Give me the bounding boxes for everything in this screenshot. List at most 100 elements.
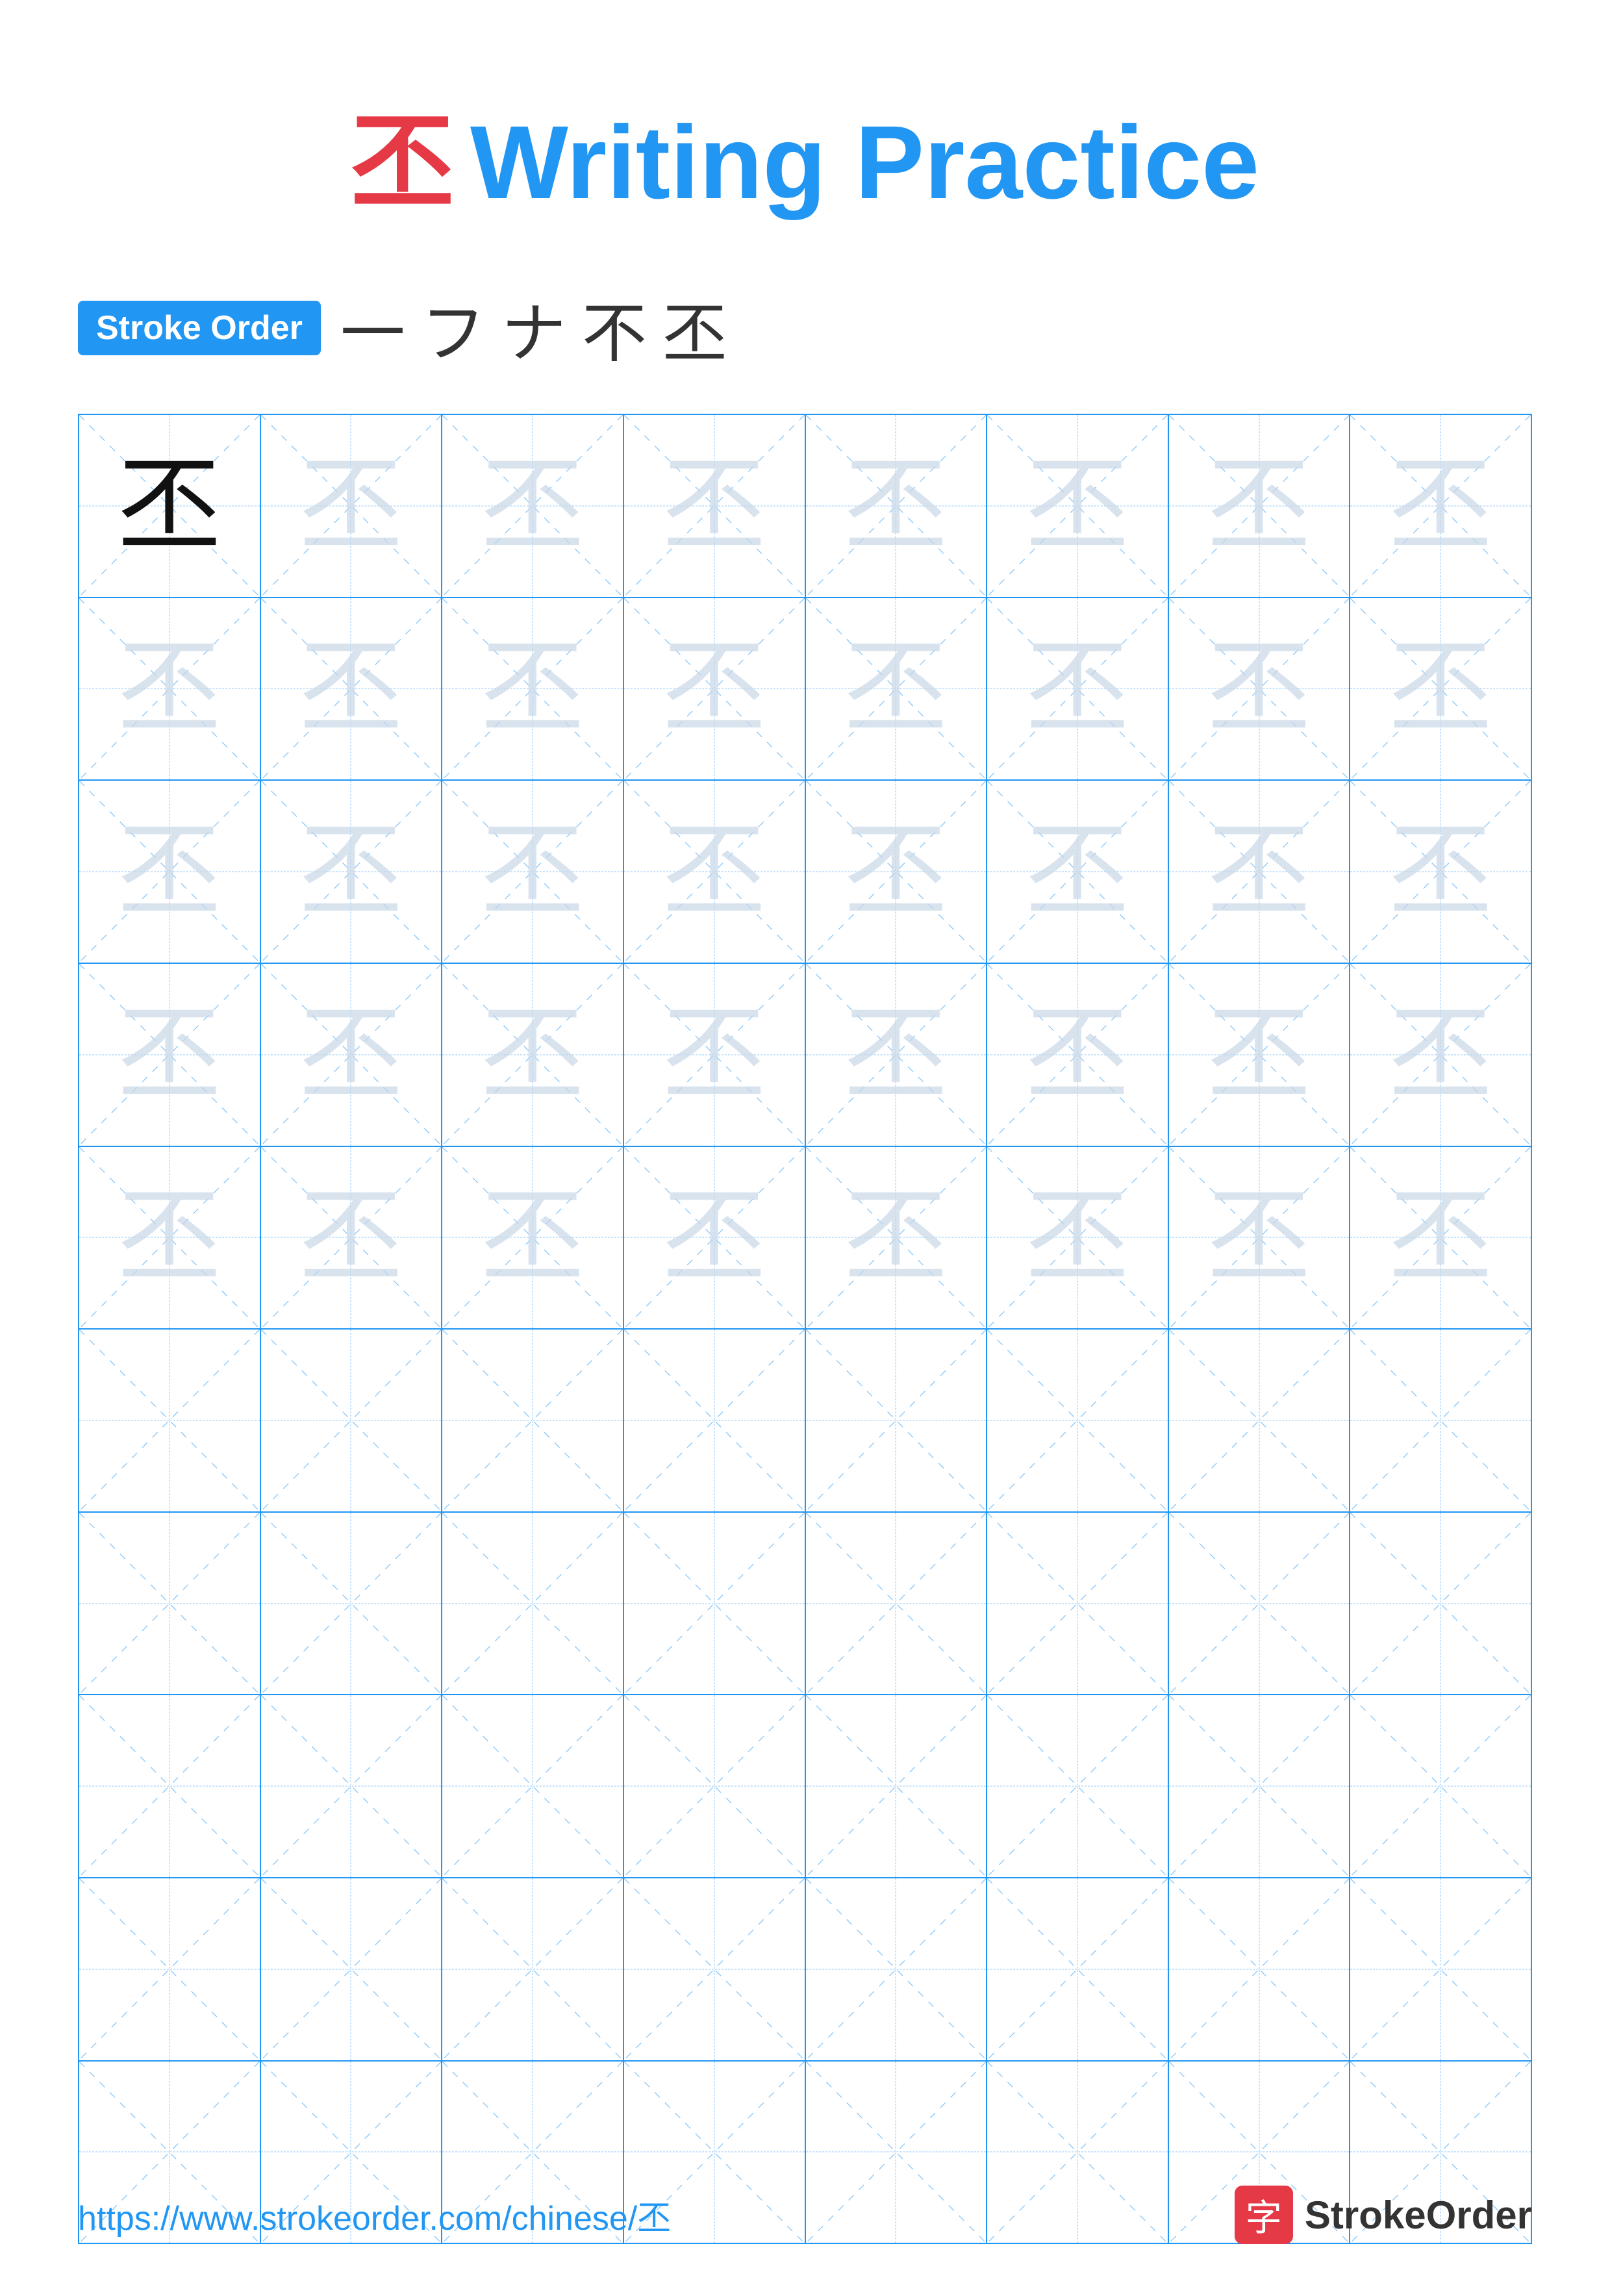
- grid-cell[interactable]: 丕: [442, 1147, 624, 1329]
- grid-cell[interactable]: [261, 1878, 443, 2060]
- grid-cell[interactable]: 丕: [79, 964, 261, 1146]
- grid-cell[interactable]: 丕: [79, 781, 261, 963]
- grid-cell[interactable]: 丕: [624, 964, 806, 1146]
- grid-cell[interactable]: 丕: [806, 781, 988, 963]
- grid-cell[interactable]: 丕: [442, 598, 624, 780]
- footer-url[interactable]: https://www.strokeorder.com/chinese/丕: [78, 2191, 671, 2239]
- grid-row: 丕 丕 丕 丕 丕 丕 丕 丕: [79, 964, 1531, 1147]
- footer-logo: 字 StrokeOrder: [1235, 2186, 1532, 2244]
- grid-cell[interactable]: 丕: [806, 1147, 988, 1329]
- grid-cell[interactable]: 丕: [987, 415, 1169, 597]
- grid-row: 丕 丕 丕 丕 丕 丕 丕 丕: [79, 1147, 1531, 1330]
- grid-cell[interactable]: [79, 1878, 261, 2060]
- grid-row: 丕 丕 丕 丕 丕 丕 丕 丕: [79, 598, 1531, 781]
- grid-cell[interactable]: 丕: [442, 964, 624, 1146]
- practice-char-light: 丕: [1207, 820, 1311, 924]
- grid-cell[interactable]: 丕: [442, 415, 624, 597]
- stroke-4: 不: [582, 281, 647, 375]
- grid-cell[interactable]: [624, 1695, 806, 1877]
- grid-cell[interactable]: 丕: [624, 1147, 806, 1329]
- grid-cell[interactable]: 丕: [806, 964, 988, 1146]
- grid-cell[interactable]: [261, 1695, 443, 1877]
- grid-cell[interactable]: [624, 1513, 806, 1695]
- grid-cell[interactable]: [624, 1330, 806, 1511]
- grid-cell[interactable]: 丕: [1350, 964, 1531, 1146]
- grid-cell[interactable]: 丕: [1350, 781, 1531, 963]
- grid-cell[interactable]: [806, 1695, 988, 1877]
- grid-cell[interactable]: [806, 1878, 988, 2060]
- practice-char-light: 丕: [481, 1003, 585, 1107]
- grid-cell[interactable]: 丕: [806, 598, 988, 780]
- grid-cell[interactable]: 丕: [987, 964, 1169, 1146]
- practice-char-light: 丕: [1025, 637, 1129, 740]
- grid-cell[interactable]: 丕: [1350, 598, 1531, 780]
- grid-cell[interactable]: [1169, 1513, 1351, 1695]
- grid-cell[interactable]: 丕: [1169, 964, 1351, 1146]
- practice-char-light: 丕: [662, 1185, 766, 1289]
- grid-cell[interactable]: 丕: [1169, 781, 1351, 963]
- practice-char-light: 丕: [1025, 454, 1129, 558]
- grid-cell[interactable]: [1350, 1878, 1531, 2060]
- grid-cell[interactable]: 丕: [442, 781, 624, 963]
- title-area: 丕 Writing Practice: [78, 52, 1532, 229]
- stroke-order-badge: Stroke Order: [78, 301, 321, 355]
- grid-cell[interactable]: [806, 1513, 988, 1695]
- practice-char-light: 丕: [299, 1003, 403, 1107]
- grid-cell[interactable]: [1169, 1330, 1351, 1511]
- grid-cell[interactable]: 丕: [79, 598, 261, 780]
- grid-cell[interactable]: [987, 1513, 1169, 1695]
- grid-cell[interactable]: 丕: [624, 598, 806, 780]
- grid-cell[interactable]: 丕: [1350, 415, 1531, 597]
- grid-cell[interactable]: [1350, 1330, 1531, 1511]
- grid-cell[interactable]: 丕: [987, 598, 1169, 780]
- grid-cell[interactable]: 丕: [1350, 1147, 1531, 1329]
- practice-char-light: 丕: [118, 637, 221, 740]
- practice-grid: 丕 丕 丕 丕: [78, 414, 1532, 2244]
- grid-row: 丕 丕 丕 丕 丕 丕 丕 丕: [79, 781, 1531, 964]
- grid-cell[interactable]: [987, 1330, 1169, 1511]
- footer-logo-icon: 字: [1235, 2186, 1293, 2244]
- practice-char-light: 丕: [1389, 1003, 1492, 1107]
- grid-cell[interactable]: 丕: [261, 1147, 443, 1329]
- grid-cell[interactable]: [79, 1695, 261, 1877]
- grid-cell[interactable]: [987, 1695, 1169, 1877]
- grid-cell[interactable]: [261, 1330, 443, 1511]
- grid-cell[interactable]: [806, 1330, 988, 1511]
- grid-cell[interactable]: [79, 1330, 261, 1511]
- grid-cell[interactable]: [442, 1330, 624, 1511]
- practice-char-light: 丕: [1207, 454, 1311, 558]
- grid-cell[interactable]: [1169, 1878, 1351, 2060]
- footer-logo-text: StrokeOrder: [1305, 2193, 1532, 2238]
- practice-char-light: 丕: [1025, 1185, 1129, 1289]
- grid-cell[interactable]: 丕: [79, 1147, 261, 1329]
- grid-cell[interactable]: 丕: [261, 964, 443, 1146]
- grid-cell[interactable]: 丕: [261, 598, 443, 780]
- grid-cell[interactable]: [624, 1878, 806, 2060]
- grid-cell[interactable]: 丕: [79, 415, 261, 597]
- grid-cell[interactable]: 丕: [987, 1147, 1169, 1329]
- grid-cell[interactable]: [1350, 1695, 1531, 1877]
- grid-cell[interactable]: 丕: [1169, 598, 1351, 780]
- grid-cell[interactable]: 丕: [624, 781, 806, 963]
- grid-cell[interactable]: [1169, 1695, 1351, 1877]
- grid-cell[interactable]: 丕: [1169, 415, 1351, 597]
- grid-cell[interactable]: 丕: [261, 415, 443, 597]
- grid-cell[interactable]: 丕: [806, 415, 988, 597]
- grid-cell[interactable]: 丕: [1169, 1147, 1351, 1329]
- practice-char-light: 丕: [118, 1185, 221, 1289]
- grid-cell[interactable]: 丕: [624, 415, 806, 597]
- grid-cell[interactable]: [442, 1878, 624, 2060]
- practice-char-light: 丕: [299, 1185, 403, 1289]
- grid-cell[interactable]: [442, 1513, 624, 1695]
- grid-cell[interactable]: [79, 1513, 261, 1695]
- grid-cell[interactable]: [1350, 1513, 1531, 1695]
- grid-cell[interactable]: 丕: [261, 781, 443, 963]
- grid-cell[interactable]: [442, 1695, 624, 1877]
- title-writing-practice: Writing Practice: [470, 104, 1259, 220]
- practice-char-light: 丕: [662, 454, 766, 558]
- practice-char-light: 丕: [481, 637, 585, 740]
- grid-cell[interactable]: [987, 1878, 1169, 2060]
- grid-cell[interactable]: 丕: [987, 781, 1169, 963]
- grid-cell[interactable]: [261, 1513, 443, 1695]
- practice-char-light: 丕: [1389, 637, 1492, 740]
